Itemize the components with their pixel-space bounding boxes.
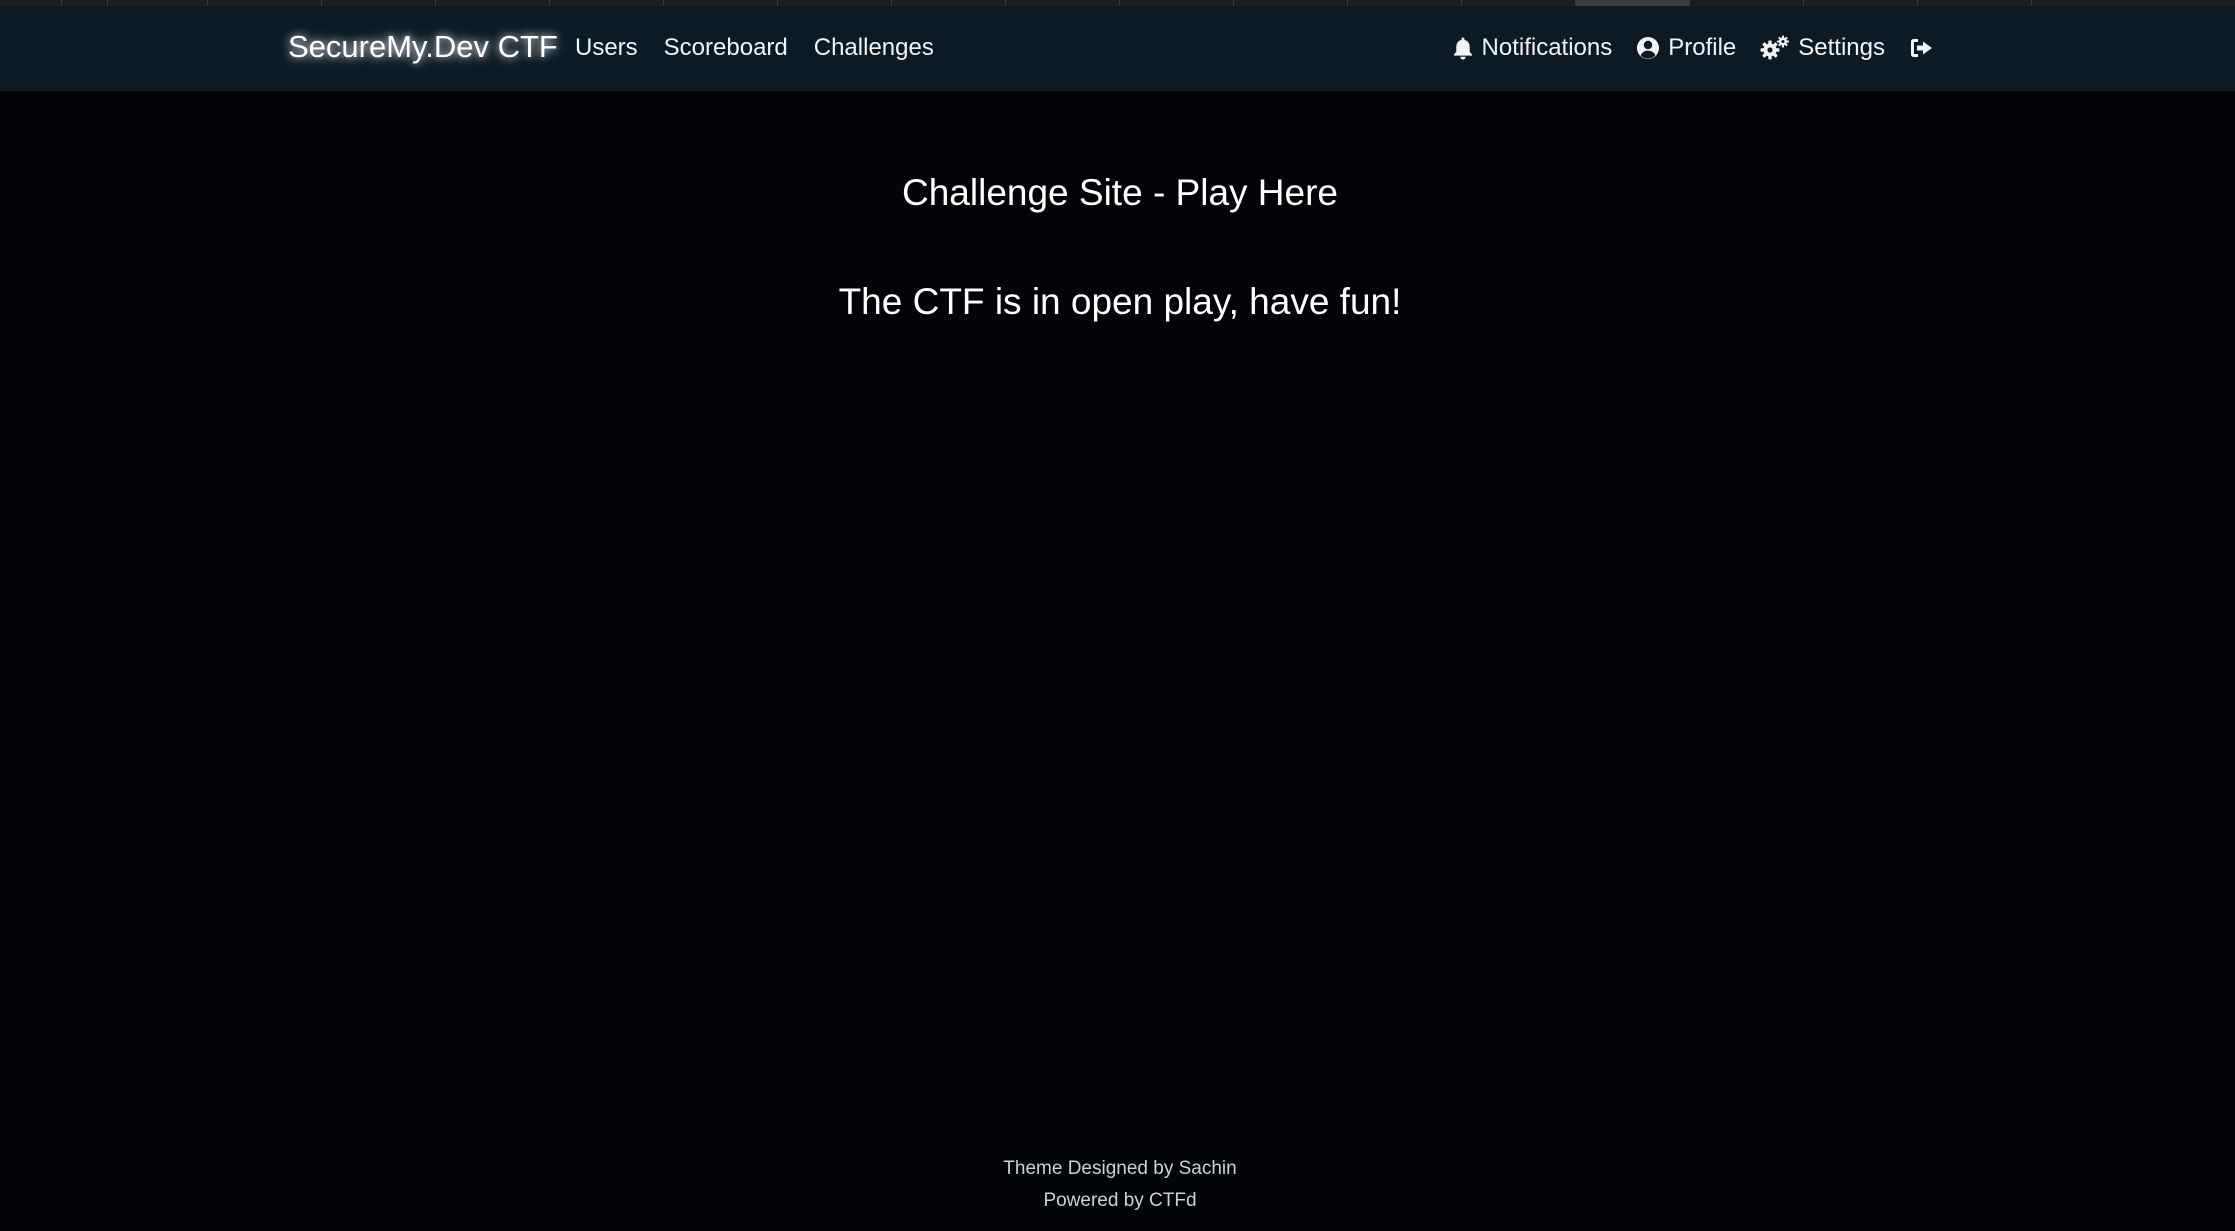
page-footer: Theme Designed by Sachin Powered by CTFd bbox=[0, 1153, 2235, 1217]
nav-settings-link[interactable]: Settings bbox=[1760, 34, 1885, 62]
nav-logout-link[interactable] bbox=[1909, 36, 1935, 60]
page-message: The CTF is in open play, have fun! bbox=[838, 281, 1402, 322]
nav-challenges-link[interactable]: Challenges bbox=[814, 34, 934, 62]
nav-scoreboard-label: Scoreboard bbox=[663, 34, 788, 61]
nav-profile-label: Profile bbox=[1668, 34, 1737, 61]
powered-by-link[interactable]: Powered by CTFd bbox=[0, 1185, 2235, 1217]
nav-right-group: Notifications Profile Settings bbox=[1452, 34, 1935, 62]
nav-notifications-label: Notifications bbox=[1481, 34, 1613, 61]
nav-challenges-label: Challenges bbox=[813, 34, 934, 61]
bell-icon bbox=[1452, 36, 1474, 60]
user-circle-icon bbox=[1636, 36, 1660, 60]
logout-icon bbox=[1909, 36, 1935, 60]
nav-users-link[interactable]: Users bbox=[575, 34, 638, 62]
brand-link[interactable]: SecureMy.Dev CTF bbox=[288, 29, 558, 65]
nav-notifications-link[interactable]: Notifications bbox=[1452, 34, 1613, 62]
top-navbar: SecureMy.Dev CTF Users Scoreboard Challe… bbox=[0, 6, 2235, 91]
page-title: Challenge Site - Play Here bbox=[902, 172, 1338, 213]
nav-left-group: Users Scoreboard Challenges bbox=[575, 34, 934, 62]
nav-users-label: Users bbox=[575, 34, 638, 61]
nav-settings-label: Settings bbox=[1798, 34, 1885, 61]
nav-profile-link[interactable]: Profile bbox=[1636, 34, 1736, 62]
nav-scoreboard-link[interactable]: Scoreboard bbox=[664, 34, 788, 62]
gears-icon bbox=[1760, 35, 1790, 61]
theme-credit-link[interactable]: Theme Designed by Sachin bbox=[0, 1153, 2235, 1185]
